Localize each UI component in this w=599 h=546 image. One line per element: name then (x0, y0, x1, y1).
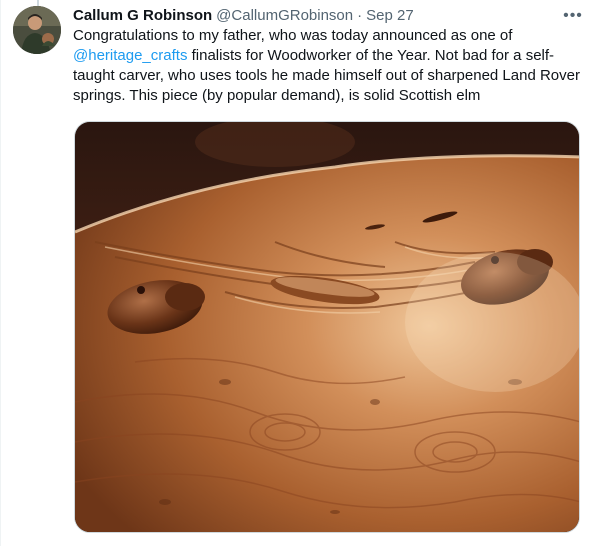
author-avatar[interactable] (13, 6, 61, 54)
tweet-header: Callum G Robinson @CallumGRobinson · Sep… (73, 6, 587, 26)
tweet-text: Congratulations to my father, who was to… (73, 26, 585, 106)
avatar-photo-icon (13, 6, 61, 54)
header-separator: · (357, 7, 363, 24)
author-display-name[interactable]: Callum G Robinson (73, 6, 212, 26)
tweet[interactable]: Callum G Robinson @CallumGRobinson · Sep… (0, 0, 599, 546)
mention-link[interactable]: @heritage_crafts (73, 47, 187, 64)
carved-table-photo (75, 122, 579, 532)
tweet-media-photo[interactable] (74, 121, 580, 533)
tweet-text-part1: Congratulations to my father, who was to… (73, 27, 513, 44)
author-handle[interactable]: @CallumGRobinson (216, 6, 353, 26)
tweet-timestamp[interactable]: Sep 27 (366, 6, 414, 26)
more-options-icon[interactable]: ••• (559, 6, 587, 26)
